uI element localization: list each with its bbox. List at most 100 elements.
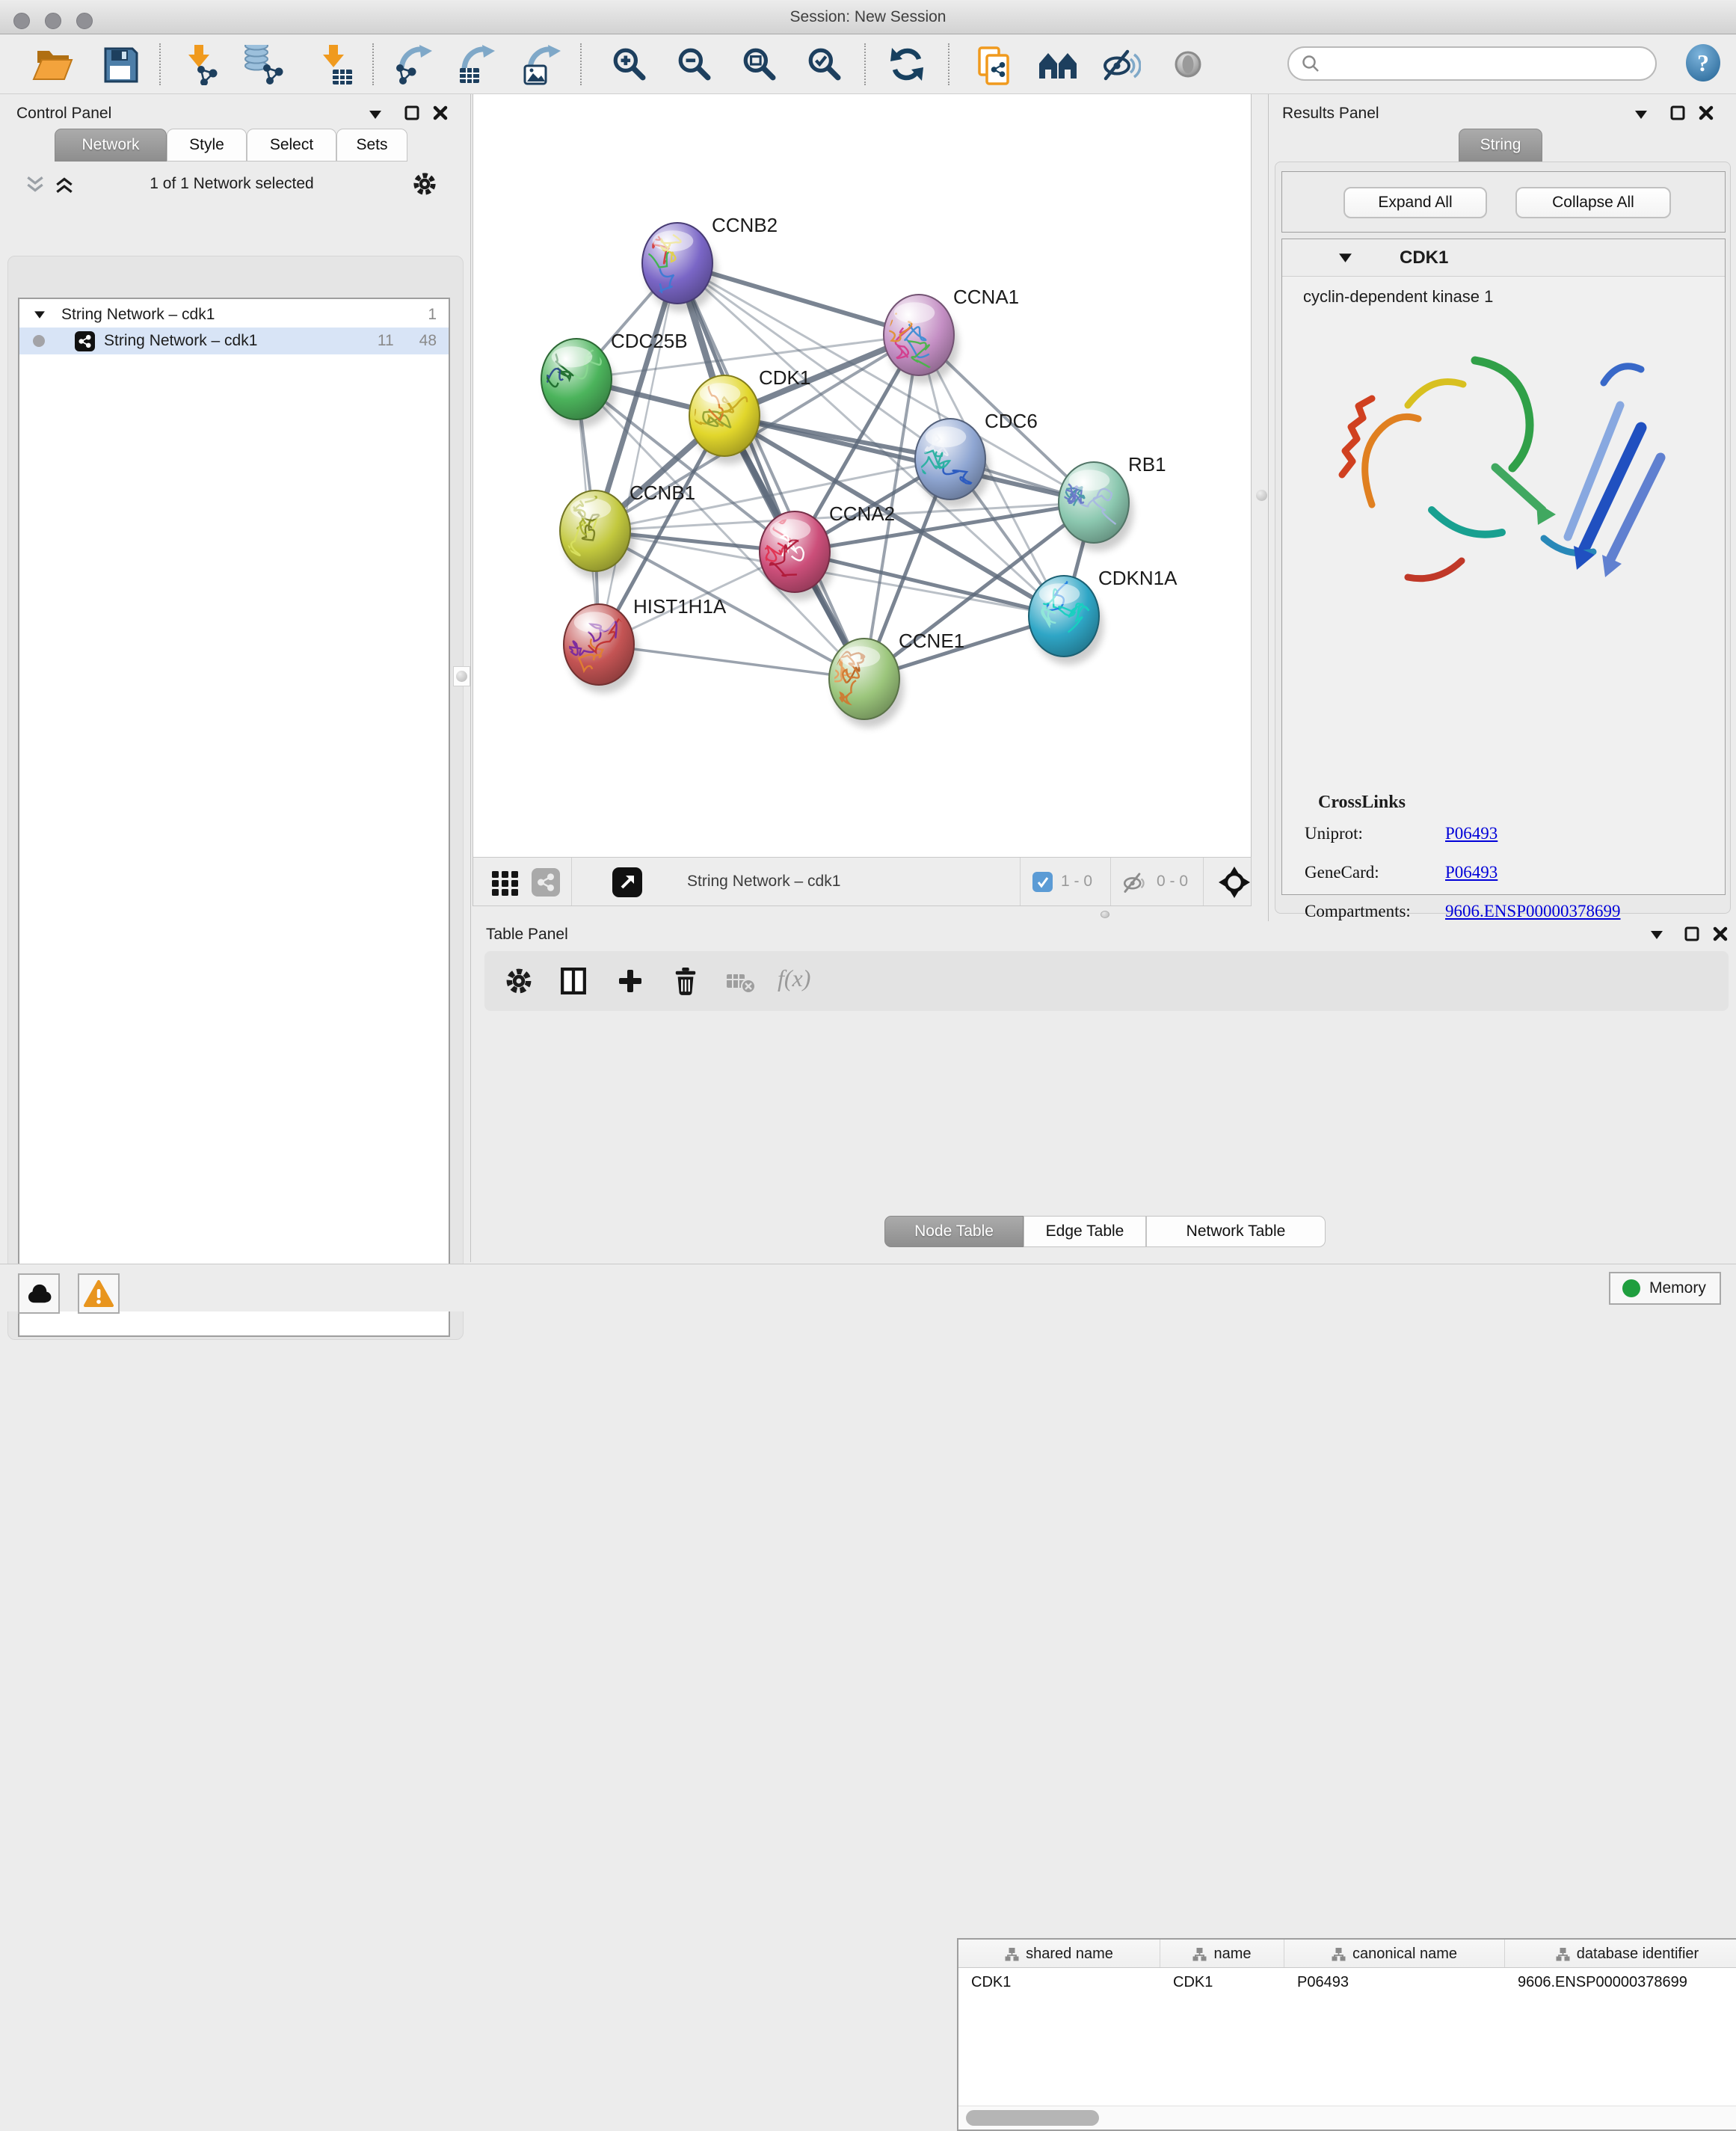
cloud-button[interactable]	[18, 1273, 60, 1314]
tab-network[interactable]: Network	[55, 129, 167, 162]
left-splitter-handle[interactable]	[453, 666, 470, 686]
node-label-CCNA1: CCNA1	[953, 286, 1019, 308]
search-input[interactable]	[1326, 49, 1655, 78]
toolbar-separator	[372, 43, 374, 85]
crosslink-link[interactable]: 9606.ENSP00000378699	[1445, 902, 1621, 921]
apply-layout-icon[interactable]	[889, 45, 925, 84]
tab-edge-table[interactable]: Edge Table	[1024, 1216, 1146, 1247]
import-network-database-icon[interactable]	[242, 45, 284, 85]
node-section-header[interactable]: CDK1	[1282, 239, 1725, 277]
column-type-icon	[1192, 1947, 1207, 1961]
birds-eye-grid-icon[interactable]	[491, 870, 520, 897]
zoom-out-icon[interactable]	[677, 45, 711, 82]
open-session-icon[interactable]	[31, 45, 75, 84]
table-cell[interactable]: 9606.ENSP00000378699	[1505, 1968, 1736, 1996]
node-CDK1[interactable]	[683, 369, 764, 464]
table-cell[interactable]: CDK1	[958, 1968, 1160, 1996]
collapse-all-networks-icon[interactable]	[25, 175, 46, 194]
zoom-selected-icon[interactable]	[807, 45, 841, 82]
expand-all-button[interactable]: Expand All	[1343, 187, 1487, 218]
network-collection-row[interactable]: String Network – cdk1 1	[19, 302, 449, 328]
table-splitter-handle[interactable]	[1101, 911, 1109, 918]
zoom-in-icon[interactable]	[612, 45, 646, 82]
node-CDKN1A[interactable]	[1029, 559, 1104, 665]
node-details-box: CDK1 cyclin-dependent kinase 1	[1281, 239, 1726, 895]
string-tab-icon[interactable]	[532, 868, 560, 897]
toolbar-separator	[159, 43, 161, 85]
right-splitter-handle[interactable]	[1256, 490, 1267, 501]
node-CCNB1[interactable]	[555, 476, 635, 579]
network-graph[interactable]: CCNB2CCNA1CDC25BCDK1CDC6RB1CCNB1CCNA2CDK…	[473, 94, 1252, 857]
node-CCNE1[interactable]	[829, 639, 904, 728]
collapse-all-button[interactable]: Collapse All	[1515, 187, 1671, 218]
table-panel-menu-icon[interactable]	[1651, 931, 1663, 939]
section-collapse-icon[interactable]	[1339, 253, 1352, 262]
new-network-from-selection-icon[interactable]	[975, 45, 1014, 87]
node-CCNA2[interactable]	[758, 511, 834, 600]
table-horizontal-scrollbar[interactable]	[958, 2106, 1736, 2130]
network-options-gear-icon[interactable]	[413, 172, 437, 196]
network-name: String Network – cdk1	[104, 332, 257, 350]
netbar-separator	[1110, 858, 1111, 905]
collection-expand-icon[interactable]	[34, 311, 45, 319]
node-RB1[interactable]	[1057, 462, 1133, 551]
table-options-gear-icon[interactable]	[505, 968, 532, 994]
network-canvas[interactable]: CCNB2CCNA1CDC25BCDK1CDC6RB1CCNB1CCNA2CDK…	[473, 94, 1252, 857]
control-panel-close-icon[interactable]	[432, 105, 449, 121]
scrollbar-thumb[interactable]	[966, 2110, 1099, 2126]
node-CDC6[interactable]	[914, 419, 990, 508]
crosslink-label: Compartments:	[1305, 902, 1445, 921]
hide-selected-icon[interactable]	[1101, 45, 1141, 84]
crosslink-link[interactable]: P06493	[1445, 863, 1498, 882]
node-CCNB2[interactable]	[639, 215, 717, 311]
show-all-icon[interactable]	[1171, 45, 1205, 82]
tab-node-table[interactable]: Node Table	[884, 1216, 1024, 1247]
table-cell[interactable]: P06493	[1284, 1968, 1505, 1996]
import-table-file-icon[interactable]	[317, 45, 354, 85]
column-header-database-identifier[interactable]: database identifier	[1505, 1940, 1736, 1968]
toolbar-separator	[948, 43, 949, 85]
memory-button[interactable]: Memory	[1609, 1272, 1721, 1305]
crosslink-link[interactable]: P06493	[1445, 824, 1498, 843]
save-session-icon[interactable]	[102, 45, 139, 84]
control-panel-float-icon[interactable]	[404, 105, 420, 121]
table-row[interactable]: CDK1CDK1P064939606.ENSP00000378699cyclin…	[958, 1968, 1736, 1996]
tab-network-table[interactable]: Network Table	[1146, 1216, 1326, 1247]
node-label-CCNB2: CCNB2	[712, 214, 778, 236]
export-network-icon[interactable]	[395, 45, 434, 85]
tab-style[interactable]: Style	[167, 129, 247, 162]
table-panel-close-icon[interactable]	[1712, 926, 1729, 942]
column-header-canonical-name[interactable]: canonical name	[1284, 1940, 1505, 1968]
table-panel-float-icon[interactable]	[1684, 926, 1700, 942]
results-panel-float-icon[interactable]	[1669, 105, 1686, 121]
delete-table-icon-disabled	[727, 972, 757, 994]
column-header-shared-name[interactable]: shared name	[958, 1940, 1160, 1968]
results-panel-menu-icon[interactable]	[1635, 111, 1647, 119]
search-field[interactable]	[1287, 46, 1657, 81]
warnings-button[interactable]	[78, 1273, 120, 1314]
tab-string[interactable]: String	[1459, 129, 1542, 162]
column-header-name[interactable]: name	[1160, 1940, 1284, 1968]
node-HIST1H1A[interactable]	[564, 604, 642, 693]
node-CDC25B[interactable]	[522, 339, 616, 428]
help-icon[interactable]: ?	[1685, 43, 1721, 82]
create-column-icon[interactable]	[618, 968, 643, 994]
node-CCNA1[interactable]	[878, 295, 958, 384]
control-panel-menu-icon[interactable]	[369, 111, 381, 119]
expand-all-networks-icon[interactable]	[54, 175, 75, 194]
tab-select[interactable]: Select	[247, 129, 336, 162]
fit-content-crosshair-icon[interactable]	[1218, 866, 1251, 899]
import-network-file-icon[interactable]	[182, 45, 220, 85]
selected-checkbox-icon[interactable]	[1032, 872, 1053, 892]
first-neighbors-icon[interactable]	[1038, 45, 1078, 84]
tab-sets[interactable]: Sets	[336, 129, 407, 162]
zoom-fit-icon[interactable]	[742, 45, 776, 82]
delete-column-icon[interactable]	[673, 966, 698, 996]
export-image-icon[interactable]	[523, 45, 562, 85]
table-cell[interactable]: CDK1	[1160, 1968, 1284, 1996]
network-row[interactable]: String Network – cdk1 11 48	[19, 328, 449, 354]
open-in-new-window-icon[interactable]	[612, 867, 642, 897]
show-columns-icon[interactable]	[561, 968, 586, 994]
export-table-icon[interactable]	[458, 45, 496, 85]
results-panel-close-icon[interactable]	[1698, 105, 1714, 121]
